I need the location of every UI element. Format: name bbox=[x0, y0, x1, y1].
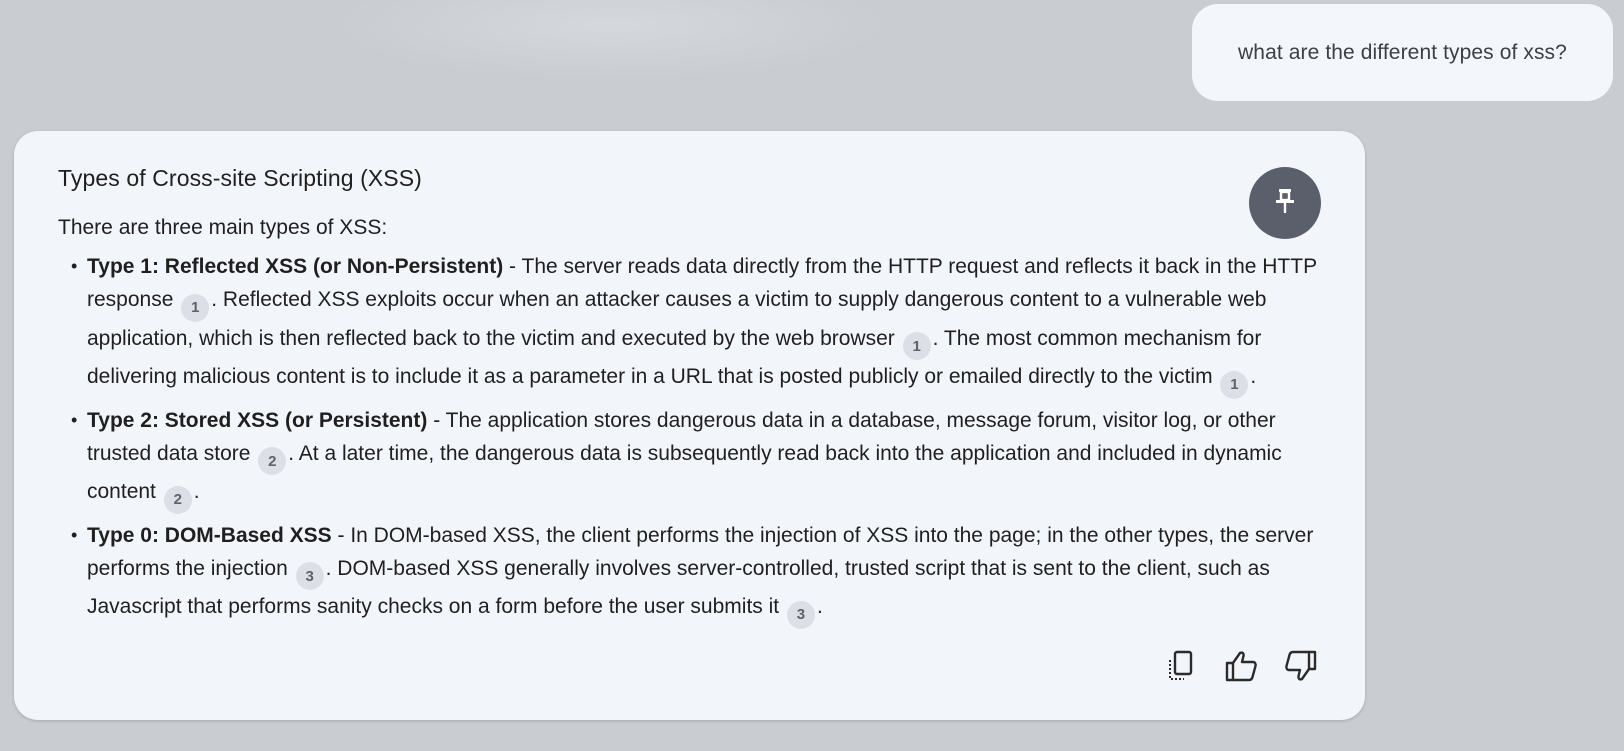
response-actions bbox=[1162, 649, 1320, 687]
citation-chip[interactable]: 1 bbox=[181, 293, 210, 322]
citation-chip[interactable]: 2 bbox=[163, 485, 192, 514]
item-text: . bbox=[193, 480, 200, 503]
copy-icon bbox=[1166, 650, 1196, 687]
response-card: Types of Cross-site Scripting (XSS) Ther… bbox=[14, 131, 1365, 720]
response-intro: There are three main types of XSS: bbox=[58, 216, 388, 239]
citation-chip[interactable]: 1 bbox=[902, 332, 931, 360]
item-text: . bbox=[816, 595, 823, 618]
citation-chip[interactable]: 2 bbox=[258, 447, 287, 475]
item-heading: Type 0: DOM-Based XSS bbox=[87, 523, 332, 547]
thumbs-down-icon bbox=[1284, 650, 1318, 687]
bullet: • bbox=[71, 524, 78, 545]
citation-chip[interactable]: 3 bbox=[295, 562, 324, 590]
citation-chip[interactable]: 1 bbox=[1220, 370, 1249, 399]
thumbs-up-icon bbox=[1224, 650, 1258, 687]
copy-button[interactable] bbox=[1162, 649, 1200, 687]
list-item: • Type 2: Stored XSS (or Persistent) - T… bbox=[71, 404, 1342, 514]
user-message-bubble: what are the different types of xss? bbox=[1192, 4, 1613, 101]
list-item: • Type 1: Reflected XSS (or Non-Persiste… bbox=[71, 250, 1342, 399]
user-message-text: what are the different types of xss? bbox=[1238, 40, 1567, 64]
thumbs-down-button[interactable] bbox=[1282, 649, 1320, 687]
item-heading: Type 2: Stored XSS (or Persistent) bbox=[87, 408, 428, 432]
thumbs-up-button[interactable] bbox=[1222, 649, 1260, 687]
citation-chip[interactable]: 3 bbox=[786, 600, 815, 629]
pin-icon bbox=[1272, 186, 1298, 221]
bullet: • bbox=[71, 409, 78, 430]
pin-button[interactable] bbox=[1249, 167, 1321, 239]
item-heading: Type 1: Reflected XSS (or Non-Persistent… bbox=[87, 255, 504, 278]
background-glow bbox=[330, 0, 890, 80]
list-item: • Type 0: DOM-Based XSS - In DOM-based X… bbox=[71, 519, 1342, 629]
xss-types-list: • Type 1: Reflected XSS (or Non-Persiste… bbox=[71, 250, 1342, 634]
item-text: . bbox=[1250, 365, 1257, 388]
bullet: • bbox=[71, 256, 78, 276]
response-title: Types of Cross-site Scripting (XSS) bbox=[58, 165, 422, 191]
